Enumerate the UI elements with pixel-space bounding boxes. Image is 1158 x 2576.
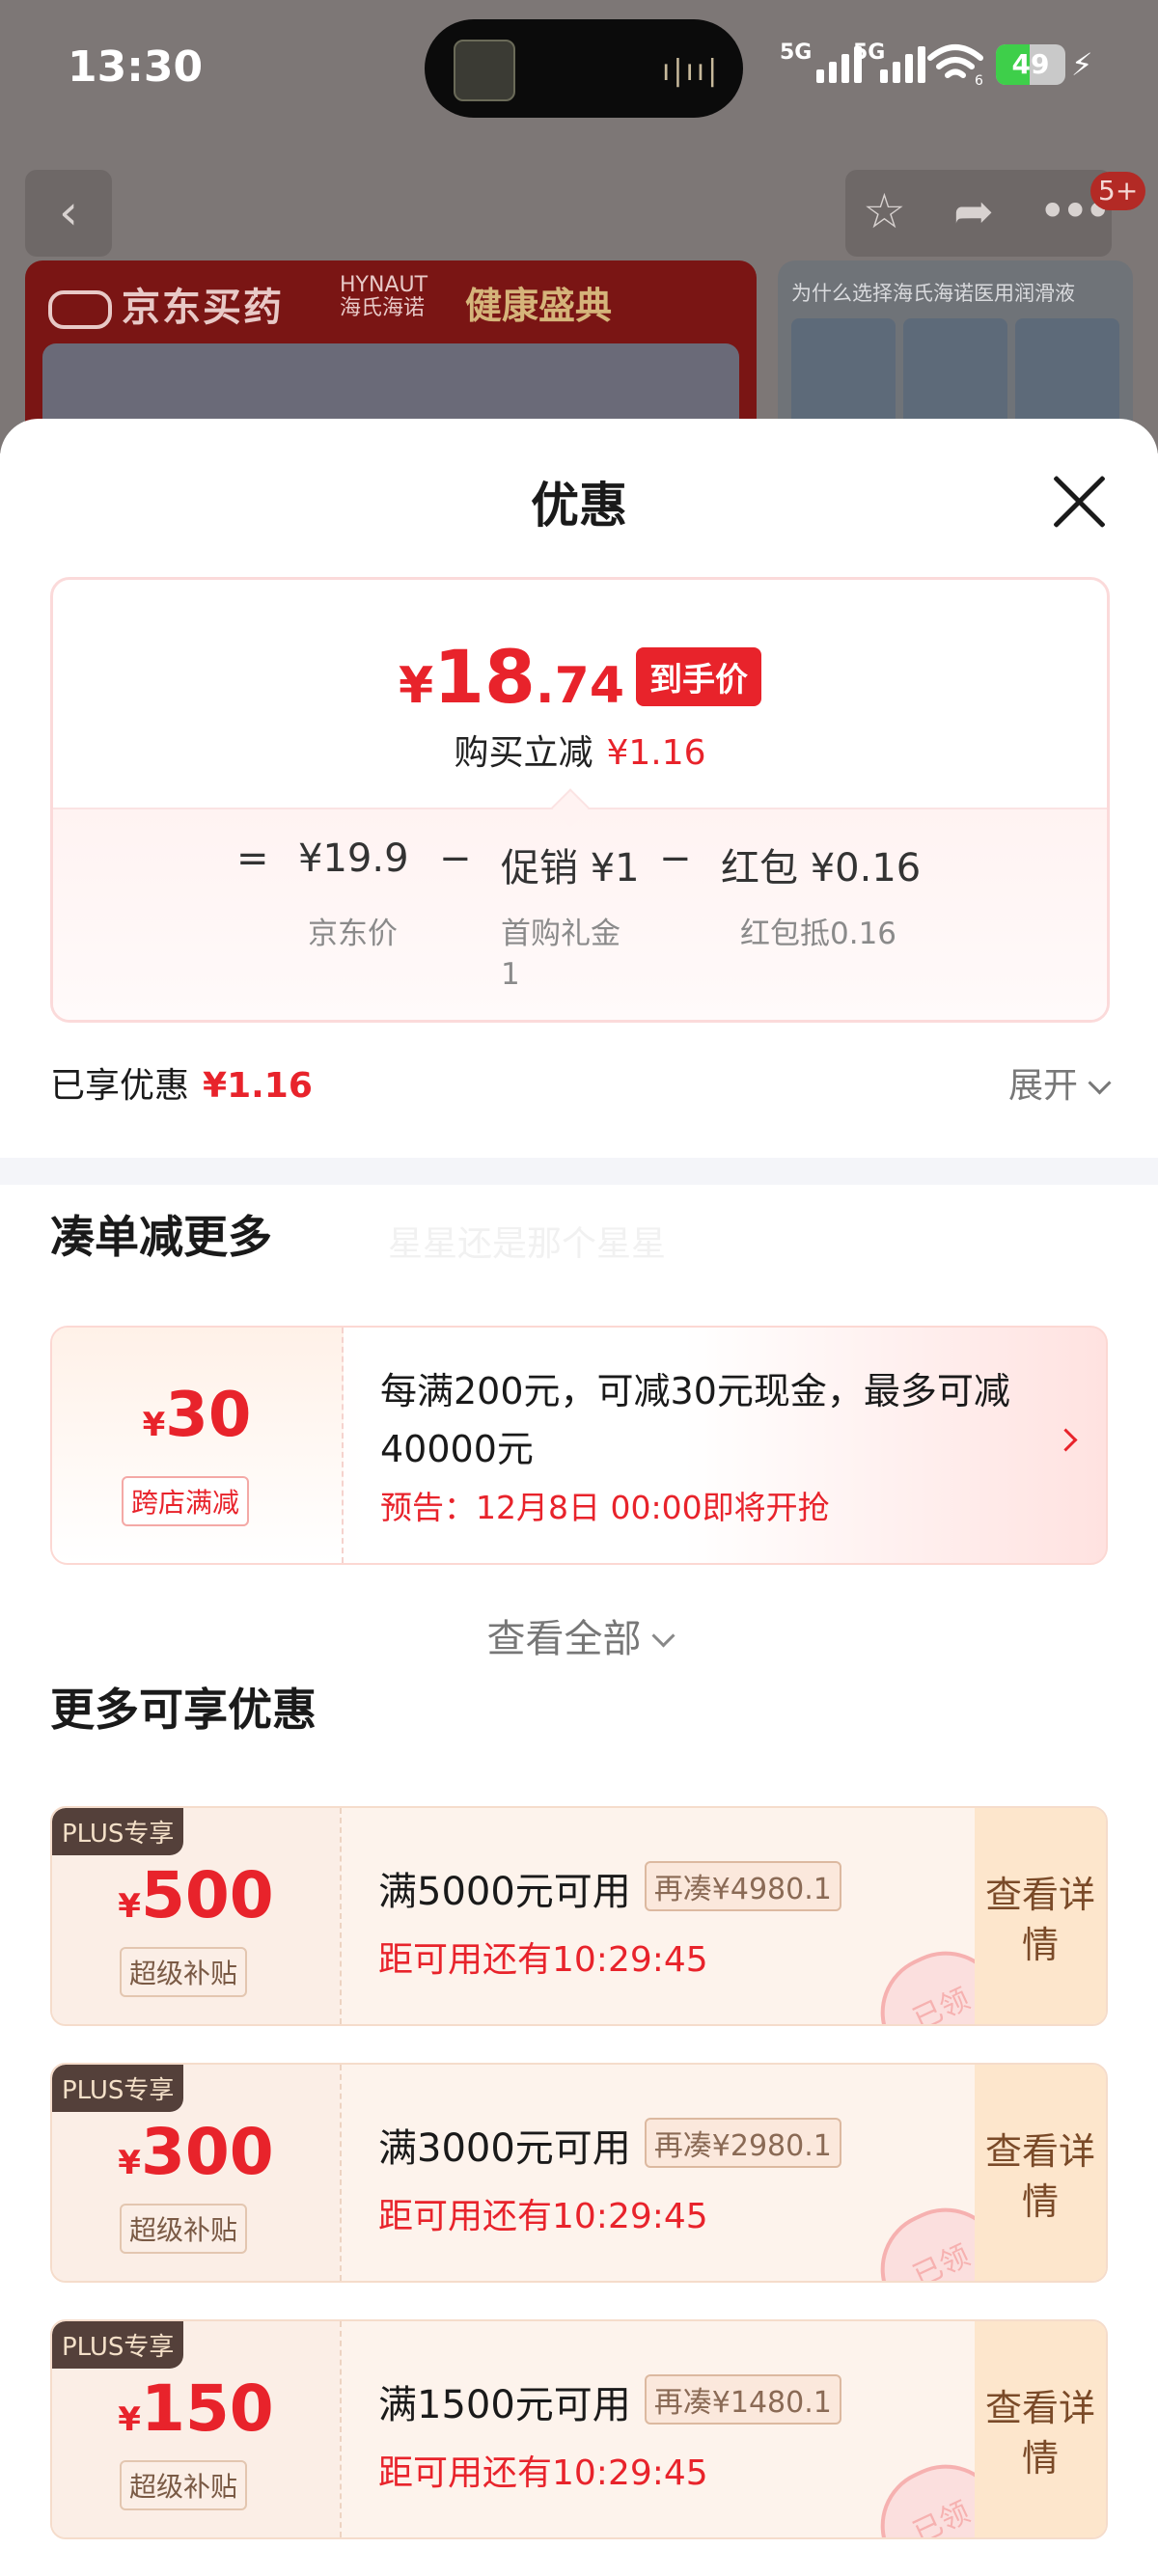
minus-sign: −	[439, 836, 472, 881]
battery-icon: 49	[996, 44, 1065, 85]
svg-text:6: 6	[975, 73, 983, 85]
coupon-amount: ¥300	[118, 2115, 274, 2189]
final-price: ¥18.74	[398, 634, 625, 720]
coupon-perforation	[340, 2321, 342, 2537]
coupon-type-tag: 超级补贴	[120, 2460, 248, 2510]
coupon-amount: ¥150	[118, 2371, 274, 2446]
side-banner-text: 为什么选择海氏海诺医用润滑液	[791, 282, 1075, 305]
audio-wave-icon: ı|ıı|	[662, 54, 721, 88]
status-bar: 13:30 ı|ıı| 5G 5G 6 49 ⚡	[0, 0, 1158, 135]
coupon-perforation	[340, 2065, 342, 2281]
minus-sign: −	[659, 836, 692, 881]
enjoyed-discount: 已享优惠 ¥1.16	[50, 1066, 313, 1106]
coupon-card[interactable]: PLUS专享 ¥150 超级补贴 满1500元可用 再凑¥1480.1 距可用还有…	[50, 2319, 1108, 2539]
close-icon[interactable]	[1048, 471, 1110, 533]
brand-logo: HYNAUT 海氏海诺	[340, 273, 428, 320]
plus-exclusive-badge: PLUS专享	[52, 1808, 184, 1855]
final-price-tag: 到手价	[636, 647, 762, 706]
chevron-down-icon	[1088, 1071, 1112, 1095]
sheet-title: 优惠	[531, 478, 627, 534]
coupon-countdown: 距可用还有10:29:45	[378, 2197, 708, 2236]
jd-price-label: 京东价	[308, 917, 398, 951]
plus-exclusive-badge: PLUS专享	[52, 2065, 184, 2112]
chevron-left-icon: ‹	[59, 184, 78, 240]
discount-sheet: 优惠 ¥18.74 到手价 购买立减 ¥1.16 = ¥19.9 京东价 − 促销 …	[0, 419, 1158, 2576]
bundle-section-title: 凑单减更多	[50, 1211, 272, 1263]
chevron-down-icon	[650, 1624, 676, 1648]
music-artwork-icon	[454, 40, 515, 101]
jd-price: ¥19.9	[298, 836, 409, 881]
price-breakdown: = ¥19.9 京东价 − 促销 ¥1 首购礼金 1 − 红包 ¥0.16 红包…	[53, 808, 1107, 1020]
add-more-tag: 再凑¥4980.1	[644, 1861, 841, 1911]
promo-type-badge: 跨店满减	[122, 1476, 250, 1526]
price-card: ¥18.74 到手价 购买立减 ¥1.16 = ¥19.9 京东价 − 促销 ¥1 …	[50, 577, 1110, 1023]
coupon-card[interactable]: PLUS专享 ¥300 超级补贴 满3000元可用 再凑¥2980.1 距可用还有…	[50, 2063, 1108, 2283]
status-time: 13:30	[68, 42, 204, 92]
battery-level: 49	[1011, 48, 1050, 80]
expand-button[interactable]: 展开	[1008, 1057, 1112, 1108]
coupon-condition: 满1500元可用 再凑¥1480.1	[378, 2373, 841, 2429]
signal-label-1: 5G	[780, 41, 813, 65]
promo-discount-label: 首购礼金 1	[501, 917, 620, 992]
coupon-type-tag: 超级补贴	[120, 1947, 248, 1997]
buy-reduce: 购买立减 ¥1.16	[454, 733, 706, 773]
redpacket-label: 红包抵0.16	[740, 917, 897, 951]
promo-description: 每满200元，可减30元现金，最多可减40000元	[380, 1370, 1010, 1470]
more-section-title: 更多可享优惠	[50, 1684, 317, 1736]
chevron-right-icon	[1054, 1428, 1078, 1452]
festival-title: 健康盛典	[465, 285, 613, 327]
background-page: 13:30 ı|ıı| 5G 5G 6 49 ⚡ ‹ ☆ ➦ ••• 5+ 京东…	[0, 0, 1158, 453]
notification-badge: 5+	[1090, 172, 1146, 210]
share-icon[interactable]: ➦	[953, 183, 994, 239]
equals-sign: =	[236, 836, 269, 881]
add-more-tag: 再凑¥1480.1	[644, 2374, 841, 2425]
top-toolbar: ☆ ➦ •••	[845, 170, 1113, 257]
price-summary: ¥18.74 到手价 购买立减 ¥1.16	[53, 580, 1107, 808]
redpacket-discount: 红包 ¥0.16	[721, 846, 922, 891]
final-price-line: ¥18.74 到手价	[53, 634, 1107, 720]
coupon-condition: 满3000元可用 再凑¥2980.1	[378, 2117, 841, 2173]
view-detail-button[interactable]: 查看详情	[975, 2321, 1106, 2537]
section-divider	[0, 1158, 1158, 1185]
promo-notice: 预告：12月8日 00:00即将开抢	[380, 1489, 830, 1526]
charging-icon: ⚡	[1071, 46, 1093, 83]
coupon-countdown: 距可用还有10:29:45	[378, 2453, 708, 2493]
jd-pharmacy-logo: 京东买药	[48, 276, 284, 332]
dynamic-island: ı|ıı|	[425, 19, 743, 118]
watermark-text: 星星还是那个星星	[388, 1224, 667, 1264]
add-more-tag: 再凑¥2980.1	[644, 2118, 841, 2168]
coupon-condition: 满5000元可用 再凑¥4980.1	[378, 1860, 841, 1916]
coupon-amount: ¥500	[118, 1858, 274, 1932]
coupon-card[interactable]: PLUS专享 ¥500 超级补贴 满5000元可用 再凑¥4980.1 距可用还有…	[50, 1806, 1108, 2026]
promo-discount: 促销 ¥1	[501, 846, 640, 891]
coupon-type-tag: 超级补贴	[120, 2204, 248, 2254]
view-detail-button[interactable]: 查看详情	[975, 1808, 1106, 2024]
view-all-button[interactable]: 查看全部	[0, 1607, 1158, 1663]
signal-bars-icon	[880, 44, 925, 83]
coupon-perforation	[340, 1808, 342, 2024]
wifi-icon: 6	[927, 44, 983, 85]
back-button[interactable]: ‹	[25, 170, 112, 257]
plus-exclusive-badge: PLUS专享	[52, 2321, 184, 2369]
coupon-countdown: 距可用还有10:29:45	[378, 1940, 708, 1980]
cross-store-promo[interactable]: ¥30 跨店满减 每满200元，可减30元现金，最多可减40000元 预告：12…	[50, 1326, 1108, 1565]
view-detail-button[interactable]: 查看详情	[975, 2065, 1106, 2281]
star-icon[interactable]: ☆	[863, 183, 906, 239]
promo-amount: ¥30	[142, 1380, 252, 1451]
